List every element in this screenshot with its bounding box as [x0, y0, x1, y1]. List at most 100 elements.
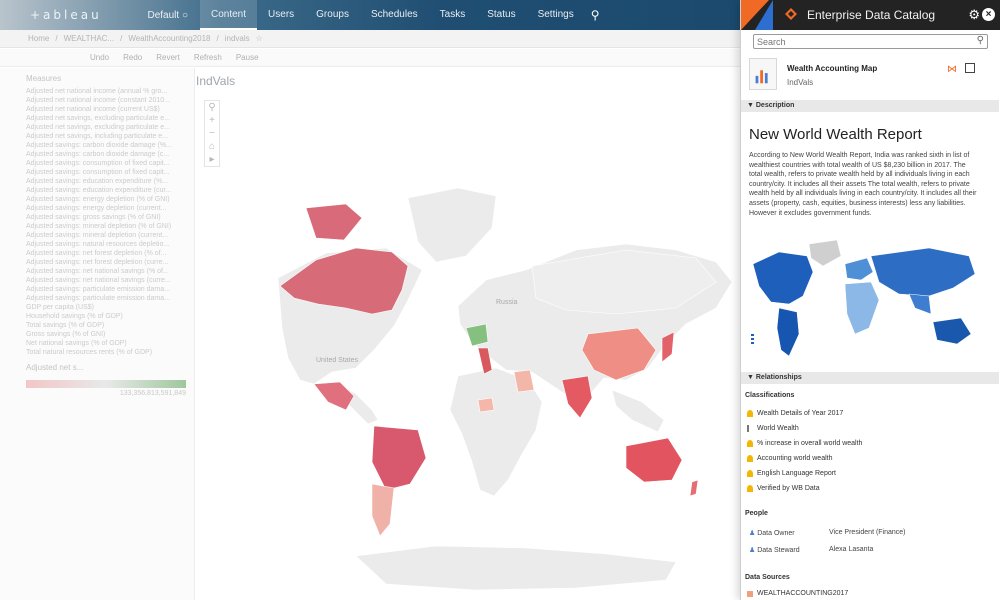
classification-item[interactable]: English Language Report — [747, 470, 836, 477]
nav-tab-settings[interactable]: Settings — [527, 0, 585, 30]
revert-button[interactable]: Revert — [156, 53, 180, 62]
classification-item[interactable]: Accounting world wealth — [747, 455, 833, 462]
site-selector[interactable]: Default ○ — [120, 10, 200, 21]
classification-item[interactable]: Verified by WB Data — [747, 485, 820, 492]
measure-item[interactable]: Adjusted savings: energy depletion (curr… — [26, 204, 191, 213]
world-map[interactable]: Russia United States — [196, 158, 740, 598]
measure-item[interactable]: Adjusted savings: education expenditure … — [26, 177, 191, 186]
asset-name[interactable]: Wealth Accounting Map — [787, 64, 877, 73]
nav-tab-users[interactable]: Users — [257, 0, 305, 30]
southeast-asia-shape — [611, 389, 665, 433]
relationships-section-toggle[interactable]: ▼ Relationships — [741, 372, 999, 384]
measure-item[interactable]: Adjusted savings: particulate emission d… — [26, 294, 191, 303]
undo-button[interactable]: Undo — [90, 53, 109, 62]
measure-item[interactable]: Adjusted savings: energy depletion (% of… — [26, 195, 191, 204]
nav-tab-status[interactable]: Status — [476, 0, 526, 30]
measure-item[interactable]: Adjusted savings: particulate emission d… — [26, 285, 191, 294]
antarctica-shape — [355, 545, 677, 591]
measure-item[interactable]: Adjusted net national income (constant 2… — [26, 96, 191, 105]
measure-item[interactable]: Adjusted savings: net forest depletion (… — [26, 258, 191, 267]
measure-item[interactable]: Adjusted savings: natural resources depl… — [26, 240, 191, 249]
measure-item[interactable]: Adjusted net savings, including particul… — [26, 132, 191, 141]
pause-button[interactable]: Pause — [236, 53, 259, 62]
description-label: Description — [755, 102, 795, 109]
data-source-item[interactable]: WEALTHACCOUNTING2017 — [747, 590, 848, 597]
zoom-out-icon[interactable]: − — [209, 127, 215, 140]
country-india — [561, 375, 593, 419]
measure-item[interactable]: Adjusted net national income (annual % g… — [26, 87, 191, 96]
favorite-star-icon[interactable]: ☆ — [256, 34, 263, 43]
description-text: According to New World Wealth Report, In… — [749, 152, 977, 217]
classification-item[interactable]: World Wealth — [747, 425, 799, 432]
catalog-search-input[interactable] — [757, 36, 957, 47]
measure-item[interactable]: Total savings (% of GDP) — [26, 321, 191, 330]
report-thumbnail-icon — [749, 58, 777, 90]
measure-item[interactable]: Adjusted savings: carbon dioxide damage … — [26, 141, 191, 150]
map-search-icon[interactable]: ⚲ — [208, 101, 215, 114]
tableau-logo[interactable]: +ableau — [0, 8, 120, 22]
measure-item[interactable]: Adjusted savings: education expenditure … — [26, 186, 191, 195]
classification-item[interactable]: Wealth Details of Year 2017 — [747, 410, 843, 417]
data-source-label: WEALTHACCOUNTING2017 — [757, 590, 849, 597]
search-icon[interactable]: ⚲ — [977, 35, 984, 46]
enterprise-data-catalog-panel: Enterprise Data Catalog ⚙ × ⚲ Wealth Acc… — [740, 0, 1000, 600]
catalog-search-box[interactable]: ⚲ — [753, 34, 988, 49]
people-heading: People — [745, 510, 768, 517]
measure-item[interactable]: Adjusted savings: mineral depletion (cur… — [26, 231, 191, 240]
measure-item[interactable]: Adjusted savings: mineral depletion (% o… — [26, 222, 191, 231]
measure-item[interactable]: Total natural resources rents (% of GDP) — [26, 348, 191, 357]
tag-icon — [747, 410, 753, 417]
classification-label: World Wealth — [757, 425, 799, 432]
database-icon — [747, 590, 753, 597]
breadcrumb-home[interactable]: Home — [28, 34, 49, 43]
close-icon[interactable]: × — [982, 8, 995, 21]
measure-item[interactable]: Adjusted net national income (current US… — [26, 105, 191, 114]
measure-item[interactable]: Adjusted savings: net national savings (… — [26, 267, 191, 276]
measure-item[interactable]: GDP per capita (US$) — [26, 303, 191, 312]
open-external-icon[interactable] — [965, 63, 975, 73]
description-section-toggle[interactable]: ▼ Description — [741, 100, 999, 112]
country-new-zealand — [689, 479, 699, 497]
catalog-header: Enterprise Data Catalog ⚙ × — [741, 0, 1000, 30]
asset-card: Wealth Accounting Map IndVals ⋈ — [749, 58, 989, 98]
greenland-shape — [407, 187, 497, 263]
nav-tab-content[interactable]: Content — [200, 0, 258, 30]
measure-item[interactable]: Adjusted net savings, excluding particul… — [26, 114, 191, 123]
breadcrumb-sheet[interactable]: indvals — [225, 34, 250, 43]
person-name[interactable]: Alexa Lasanta — [829, 546, 873, 553]
nav-tab-tasks[interactable]: Tasks — [429, 0, 477, 30]
measures-pane: Measures Adjusted net national income (a… — [0, 68, 195, 600]
classification-item[interactable]: % increase in overall world wealth — [747, 440, 862, 447]
nav-tab-groups[interactable]: Groups — [305, 0, 360, 30]
measure-item[interactable]: Adjusted savings: gross savings (% of GN… — [26, 213, 191, 222]
measure-item[interactable]: Adjusted savings: consumption of fixed c… — [26, 159, 191, 168]
sheet-title: IndVals — [196, 74, 236, 88]
country-alaska — [305, 203, 363, 241]
classifications-heading: Classifications — [745, 392, 795, 399]
measure-item[interactable]: Adjusted savings: carbon dioxide damage … — [26, 150, 191, 159]
breadcrumb: Home / WEALTHAC... / WealthAccounting201… — [0, 30, 740, 48]
person-role: ♟ Data Owner — [749, 529, 795, 537]
measure-item[interactable]: Household savings (% of GDP) — [26, 312, 191, 321]
person-role-label: Data Owner — [757, 530, 795, 537]
gear-icon[interactable]: ⚙ — [968, 7, 980, 23]
classification-label: Verified by WB Data — [757, 485, 820, 492]
zoom-in-icon[interactable]: + — [209, 114, 215, 127]
measure-item[interactable]: Adjusted net savings, excluding particul… — [26, 123, 191, 132]
measure-item[interactable]: Net national savings (% of GDP) — [26, 339, 191, 348]
redo-button[interactable]: Redo — [123, 53, 142, 62]
refresh-button[interactable]: Refresh — [194, 53, 222, 62]
measure-item[interactable]: Adjusted savings: consumption of fixed c… — [26, 168, 191, 177]
measure-item[interactable]: Adjusted savings: net national savings (… — [26, 276, 191, 285]
person-role-label: Data Steward — [757, 547, 800, 554]
person-name[interactable]: Vice President (Finance) — [829, 529, 906, 536]
breadcrumb-workbook[interactable]: WealthAccounting2018 — [128, 34, 210, 43]
breadcrumb-project[interactable]: WEALTHAC... — [64, 34, 115, 43]
home-icon[interactable]: ⌂ — [209, 140, 215, 153]
lineage-icon[interactable]: ⋈ — [947, 64, 957, 75]
search-icon[interactable]: ⚲ — [591, 8, 600, 22]
worksheet: IndVals ⚲ + − ⌂ ▸ Russia United States — [196, 68, 740, 600]
nav-tab-schedules[interactable]: Schedules — [360, 0, 429, 30]
measure-item[interactable]: Gross savings (% of GNI) — [26, 330, 191, 339]
measure-item[interactable]: Adjusted savings: net forest depletion (… — [26, 249, 191, 258]
